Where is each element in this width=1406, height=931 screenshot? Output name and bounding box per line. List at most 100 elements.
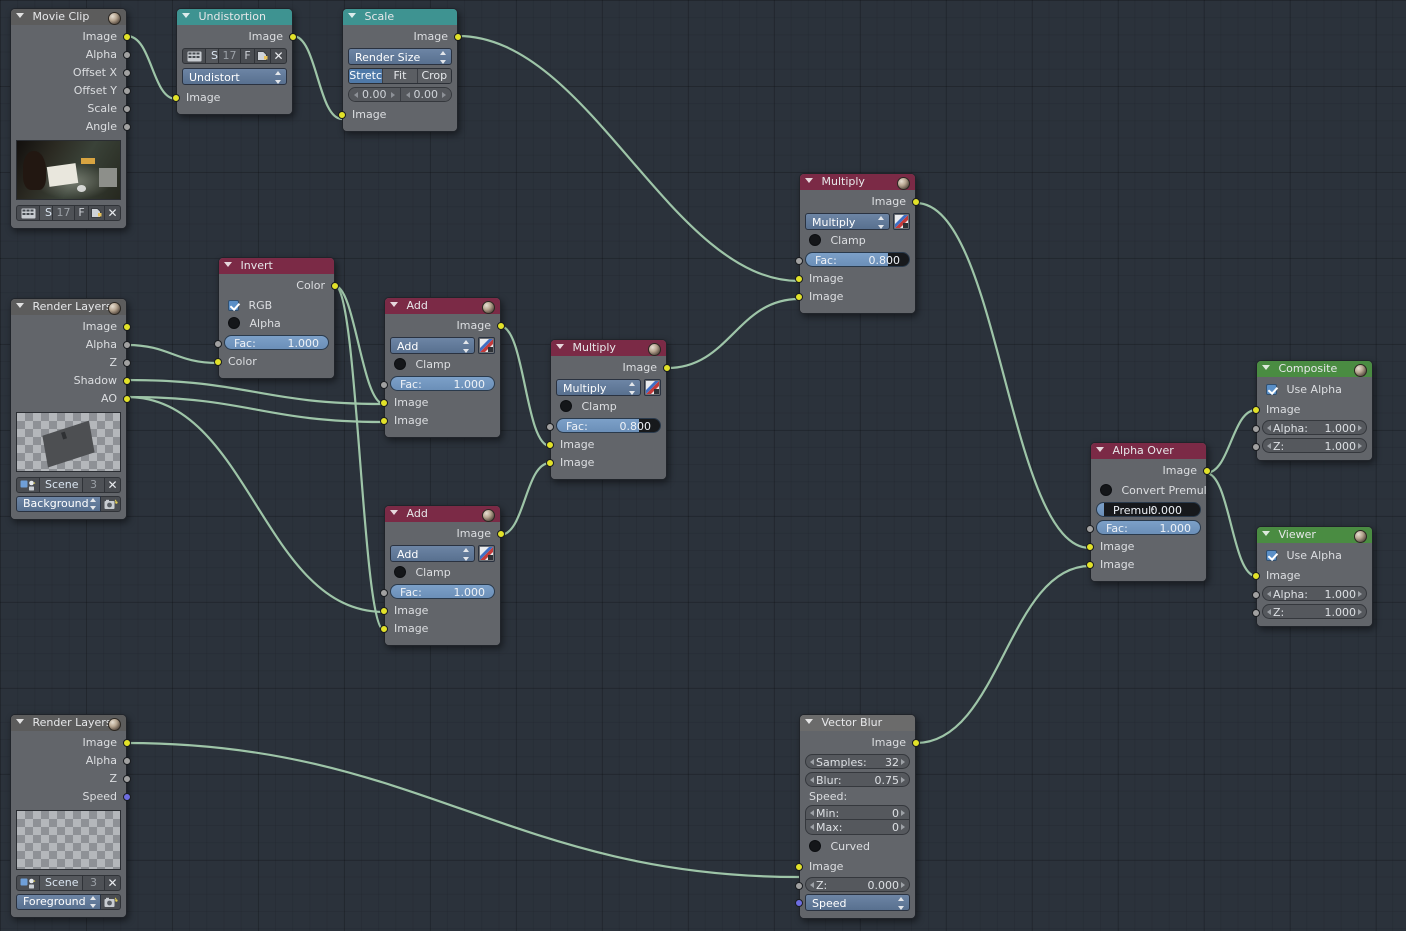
undistortion-mode-dropdown[interactable]: Undistort	[182, 68, 287, 85]
socket-image-input[interactable]	[1252, 406, 1260, 414]
socket-row-image-out[interactable]: Image	[551, 359, 671, 377]
socket-row-image[interactable]: Image	[11, 28, 131, 46]
alpha-field[interactable]: Alpha: 1.000	[1262, 586, 1367, 601]
socket-image2-input[interactable]	[380, 417, 388, 425]
increment-arrow-icon[interactable]	[901, 882, 905, 888]
node-header[interactable]: Multiply	[800, 174, 915, 190]
socket-row-color-in[interactable]: Color	[214, 353, 334, 371]
scale-space-dropdown[interactable]: Render Size	[348, 48, 452, 65]
collapse-triangle-icon[interactable]	[348, 13, 356, 18]
socket-row-ao[interactable]: AO	[11, 390, 131, 408]
socket-row-angle[interactable]: Angle	[11, 118, 131, 136]
convert-premul-row[interactable]: Convert Premul	[1091, 482, 1207, 500]
collapse-triangle-icon[interactable]	[1262, 365, 1270, 370]
layer-dropdown[interactable]: Background	[16, 496, 101, 512]
undistortion-clip-widget[interactable]: Sce 17 F ✕	[182, 48, 287, 64]
scene-browse-icon[interactable]	[16, 477, 40, 493]
color-ramp-button[interactable]	[893, 213, 910, 230]
socket-fac-input[interactable]	[546, 423, 554, 431]
node-movie-clip[interactable]: Movie Clip Image Alpha Offset X Offset Y…	[10, 8, 131, 229]
socket-image1-input[interactable]	[1086, 543, 1094, 551]
decrement-arrow-icon[interactable]	[354, 91, 358, 98]
socket-row-speed[interactable]: Speed	[11, 788, 131, 806]
node-header[interactable]: Add	[385, 298, 500, 314]
scale-fit-stretch-button[interactable]: Stretc	[349, 69, 384, 83]
socket-row-offset-y[interactable]: Offset Y	[11, 82, 131, 100]
scale-fit-method-toggle-group[interactable]: Stretc Fit Crop	[348, 68, 452, 84]
socket-alpha-output[interactable]	[123, 757, 131, 765]
clip-browse-icon[interactable]	[182, 48, 206, 64]
collapse-triangle-icon[interactable]	[16, 719, 24, 724]
socket-row-image1-in[interactable]: Image	[795, 270, 915, 288]
socket-image-output[interactable]	[289, 33, 297, 41]
node-multiply-top[interactable]: Multiply Image Multiply Clamp Fac: 0.800…	[795, 173, 920, 314]
socket-image-input[interactable]	[795, 863, 803, 871]
socket-row-image-in[interactable]: Image	[795, 858, 915, 876]
node-add-bottom[interactable]: Add Image Add Clamp Fac: 1.000 Image Ima…	[380, 505, 505, 646]
blend-mode-dropdown[interactable]: Multiply	[805, 213, 890, 230]
socket-speed-input[interactable]	[795, 899, 803, 907]
decrement-arrow-icon[interactable]	[1267, 425, 1271, 431]
socket-fac-input[interactable]	[380, 589, 388, 597]
scene-datablock-widget[interactable]: Scene 3 ✕	[16, 477, 121, 493]
rgb-checkbox[interactable]	[228, 300, 239, 311]
socket-row-alpha[interactable]: Alpha	[11, 752, 131, 770]
socket-color-output[interactable]	[331, 282, 339, 290]
node-add-top[interactable]: Add Image Add Clamp Fac: 1.000 Image Ima…	[380, 297, 505, 438]
socket-image-output[interactable]	[497, 322, 505, 330]
socket-alpha-output[interactable]	[123, 341, 131, 349]
socket-row-image-in[interactable]: Image	[1252, 567, 1372, 585]
socket-image1-input[interactable]	[546, 441, 554, 449]
color-ramp-button[interactable]	[478, 545, 495, 562]
node-alpha-over[interactable]: Alpha Over Image Convert Premul Premul: …	[1086, 442, 1211, 582]
socket-image-output[interactable]	[1203, 467, 1211, 475]
scene-unlink-button[interactable]: ✕	[105, 477, 121, 493]
socket-z-output[interactable]	[123, 359, 131, 367]
node-header[interactable]: Invert	[219, 258, 334, 274]
socket-speed-output[interactable]	[123, 793, 131, 801]
socket-row-image2-in[interactable]: Image	[546, 454, 666, 472]
socket-image2-input[interactable]	[1086, 561, 1094, 569]
node-header[interactable]: Undistortion	[177, 9, 292, 25]
convert-premul-checkbox[interactable]	[1100, 484, 1112, 496]
use-alpha-checkbox[interactable]	[1266, 550, 1277, 561]
clamp-row[interactable]: Clamp	[551, 398, 666, 416]
increment-arrow-icon[interactable]	[1358, 609, 1362, 615]
node-render-layers-background[interactable]: Render Layers Image Alpha Z Shadow AO Sc…	[10, 298, 131, 520]
clamp-row[interactable]: Clamp	[385, 356, 500, 374]
alpha-field[interactable]: Alpha: 1.000	[1262, 420, 1367, 435]
blend-mode-dropdown[interactable]: Add	[390, 337, 475, 354]
socket-image-output[interactable]	[123, 739, 131, 747]
decrement-arrow-icon[interactable]	[810, 824, 814, 830]
scene-unlink-button[interactable]: ✕	[105, 875, 121, 891]
node-composite[interactable]: Composite Use Alpha Image Alpha: 1.000 Z…	[1252, 360, 1373, 461]
clip-unlink-button[interactable]: ✕	[105, 205, 121, 221]
socket-alpha-output[interactable]	[123, 51, 131, 59]
socket-row-image-out[interactable]: Image	[1091, 462, 1211, 480]
socket-row-image1-in[interactable]: Image	[380, 394, 500, 412]
socket-image2-input[interactable]	[546, 459, 554, 467]
socket-image-output[interactable]	[663, 364, 671, 372]
socket-image2-input[interactable]	[380, 625, 388, 633]
clamp-checkbox[interactable]	[394, 566, 406, 578]
socket-image1-input[interactable]	[380, 607, 388, 615]
increment-arrow-icon[interactable]	[1358, 443, 1362, 449]
scale-offset-x-field[interactable]: 0.00	[349, 88, 401, 101]
collapse-triangle-icon[interactable]	[16, 13, 24, 18]
socket-row-image2-in[interactable]: Image	[380, 412, 500, 430]
fac-slider[interactable]: Fac: 1.000	[1096, 520, 1201, 535]
node-multiply-mid[interactable]: Multiply Image Multiply Clamp Fac: 0.800…	[546, 339, 671, 480]
socket-image-input[interactable]	[338, 111, 346, 119]
socket-row-image1-in[interactable]: Image	[1086, 538, 1206, 556]
decrement-arrow-icon[interactable]	[1267, 591, 1271, 597]
node-invert[interactable]: Invert Color RGB Alpha Fac: 1.000 Color	[214, 257, 339, 379]
node-header[interactable]: Viewer	[1257, 527, 1372, 543]
fac-slider[interactable]: Fac: 0.800	[556, 418, 661, 433]
socket-fac-input[interactable]	[380, 381, 388, 389]
node-header[interactable]: Render Layers	[11, 299, 126, 315]
clip-fake-user-button[interactable]: F	[75, 205, 89, 221]
node-header[interactable]: Movie Clip	[11, 9, 126, 25]
node-render-layers-foreground[interactable]: Render Layers Image Alpha Z Speed Scene …	[10, 714, 131, 918]
scale-fit-crop-button[interactable]: Crop	[417, 69, 451, 83]
socket-image-output[interactable]	[123, 33, 131, 41]
